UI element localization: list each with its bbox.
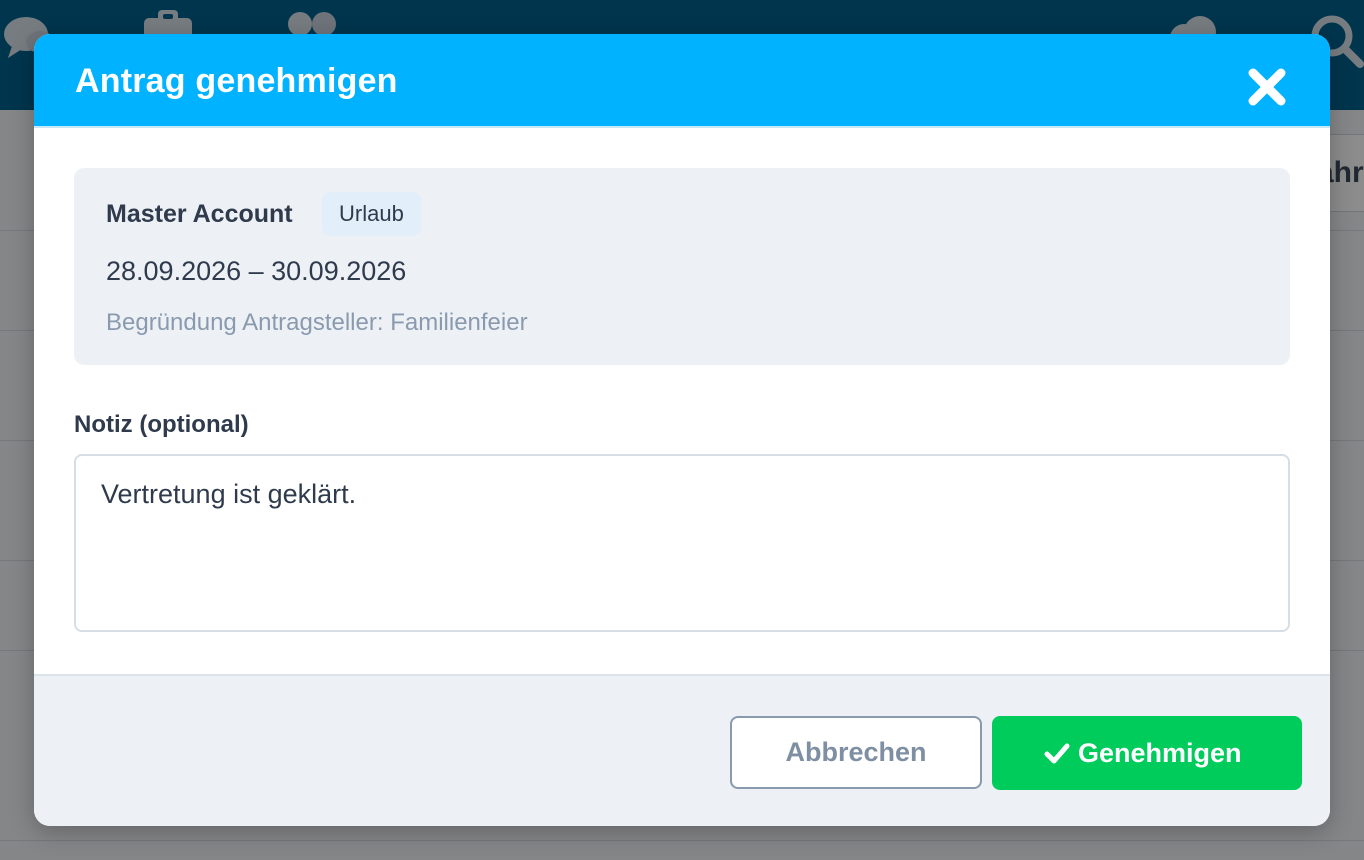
check-icon xyxy=(1044,743,1070,764)
dialog-header: Antrag genehmigen xyxy=(34,34,1330,128)
date-range: 28.09.2026 – 30.09.2026 xyxy=(106,256,407,286)
request-summary: Master Account Urlaub 28.09.2026 – 30.09… xyxy=(74,168,1290,365)
note-field[interactable]: Vertretung ist geklärt. xyxy=(74,454,1290,632)
request-type-badge: Urlaub xyxy=(322,192,421,236)
cancel-button[interactable]: Abbrechen xyxy=(730,716,982,789)
dialog-footer: Abbrechen Genehmigen xyxy=(34,674,1330,826)
approve-button-label: Genehmigen xyxy=(1078,738,1242,768)
account-name: Master Account xyxy=(106,200,293,228)
close-icon[interactable] xyxy=(1244,64,1290,110)
approve-request-dialog: Antrag genehmigen Master Account Urlaub … xyxy=(34,34,1330,826)
requester-reason: Begründung Antragsteller: Familienfeier xyxy=(106,309,528,336)
dialog-title: Antrag genehmigen xyxy=(75,62,398,100)
approve-button[interactable]: Genehmigen xyxy=(992,716,1302,790)
note-label: Notiz (optional) xyxy=(74,411,249,438)
